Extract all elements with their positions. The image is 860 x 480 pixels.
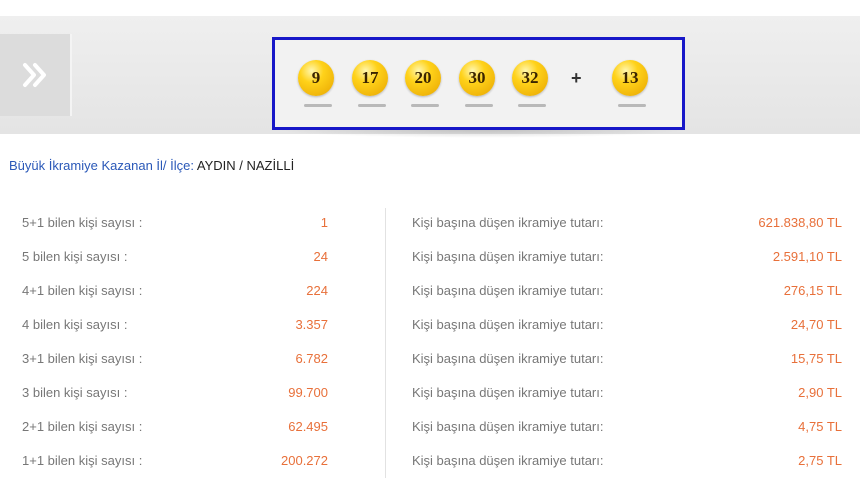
prize-label: Kişi başına düşen ikramiye tutarı: xyxy=(412,385,604,400)
column-divider xyxy=(385,208,386,478)
ball-value: 32 xyxy=(512,60,548,96)
ball-underline xyxy=(411,104,439,107)
match-count-label: 4+1 bilen kişi sayısı : xyxy=(22,283,143,298)
double-chevron-right-icon xyxy=(23,63,46,87)
winner-location: Büyük İkramiye Kazanan İl/ İlçe: AYDIN /… xyxy=(9,158,294,173)
winner-count: 62.495 xyxy=(288,419,328,434)
ball-value: 30 xyxy=(459,60,495,96)
plus-sign: + xyxy=(571,68,582,88)
ball-value: 20 xyxy=(405,60,441,96)
winner-count: 3.357 xyxy=(295,317,328,332)
prize-label: Kişi başına düşen ikramiye tutarı: xyxy=(412,453,604,468)
winner-location-value: AYDIN / NAZİLLİ xyxy=(196,158,295,173)
ball-underline xyxy=(618,104,646,107)
prize-label: Kişi başına düşen ikramiye tutarı: xyxy=(412,215,604,230)
match-count-label: 3+1 bilen kişi sayısı : xyxy=(22,351,143,366)
winner-count: 1 xyxy=(320,215,328,230)
bonus-ball-value: 13 xyxy=(612,60,648,96)
number-ball: 32 xyxy=(512,60,552,116)
ball-value: 17 xyxy=(352,60,388,96)
prize-amount: 2,75 TL xyxy=(798,453,842,468)
prize-label: Kişi başına düşen ikramiye tutarı: xyxy=(412,351,604,366)
match-count-label: 3 bilen kişi sayısı : xyxy=(22,385,128,400)
prize-amount: 621.838,80 TL xyxy=(758,215,842,230)
number-ball: 30 xyxy=(459,60,499,116)
number-ball: 17 xyxy=(352,60,392,116)
winning-numbers-box: 9 17 20 30 32 + 13 xyxy=(272,37,685,130)
ball-underline xyxy=(358,104,386,107)
match-count-label: 5 bilen kişi sayısı : xyxy=(22,249,128,264)
ball-underline xyxy=(518,104,546,107)
match-count-label: 2+1 bilen kişi sayısı : xyxy=(22,419,143,434)
prize-amount: 2.591,10 TL xyxy=(772,249,842,264)
prize-amount: 276,15 TL xyxy=(783,283,842,298)
match-count-label: 1+1 bilen kişi sayısı : xyxy=(22,453,143,468)
match-count-label: 5+1 bilen kişi sayısı : xyxy=(22,215,143,230)
prize-label: Kişi başına düşen ikramiye tutarı: xyxy=(412,283,604,298)
prize-label: Kişi başına düşen ikramiye tutarı: xyxy=(412,419,604,434)
top-strip xyxy=(0,0,860,16)
prize-amount: 15,75 TL xyxy=(790,351,842,366)
number-ball: 9 xyxy=(298,60,338,116)
prize-label: Kişi başına düşen ikramiye tutarı: xyxy=(412,317,604,332)
winner-count: 224 xyxy=(306,283,328,298)
match-count-label: 4 bilen kişi sayısı : xyxy=(22,317,128,332)
winner-count: 24 xyxy=(313,249,328,264)
number-ball: 20 xyxy=(405,60,445,116)
ball-underline xyxy=(465,104,493,107)
ball-value: 9 xyxy=(298,60,334,96)
winner-location-label: Büyük İkramiye Kazanan İl/ İlçe: xyxy=(9,158,194,173)
winner-count: 6.782 xyxy=(295,351,328,366)
prize-amount: 2,90 TL xyxy=(798,385,842,400)
prize-amount: 24,70 TL xyxy=(790,317,842,332)
bonus-ball: 13 xyxy=(612,60,652,116)
winner-count: 200.272 xyxy=(281,453,328,468)
ball-underline xyxy=(304,104,332,107)
nav-arrow-button[interactable] xyxy=(0,34,72,116)
winner-count: 99.700 xyxy=(288,385,328,400)
prize-label: Kişi başına düşen ikramiye tutarı: xyxy=(412,249,604,264)
prize-amount: 4,75 TL xyxy=(798,419,842,434)
